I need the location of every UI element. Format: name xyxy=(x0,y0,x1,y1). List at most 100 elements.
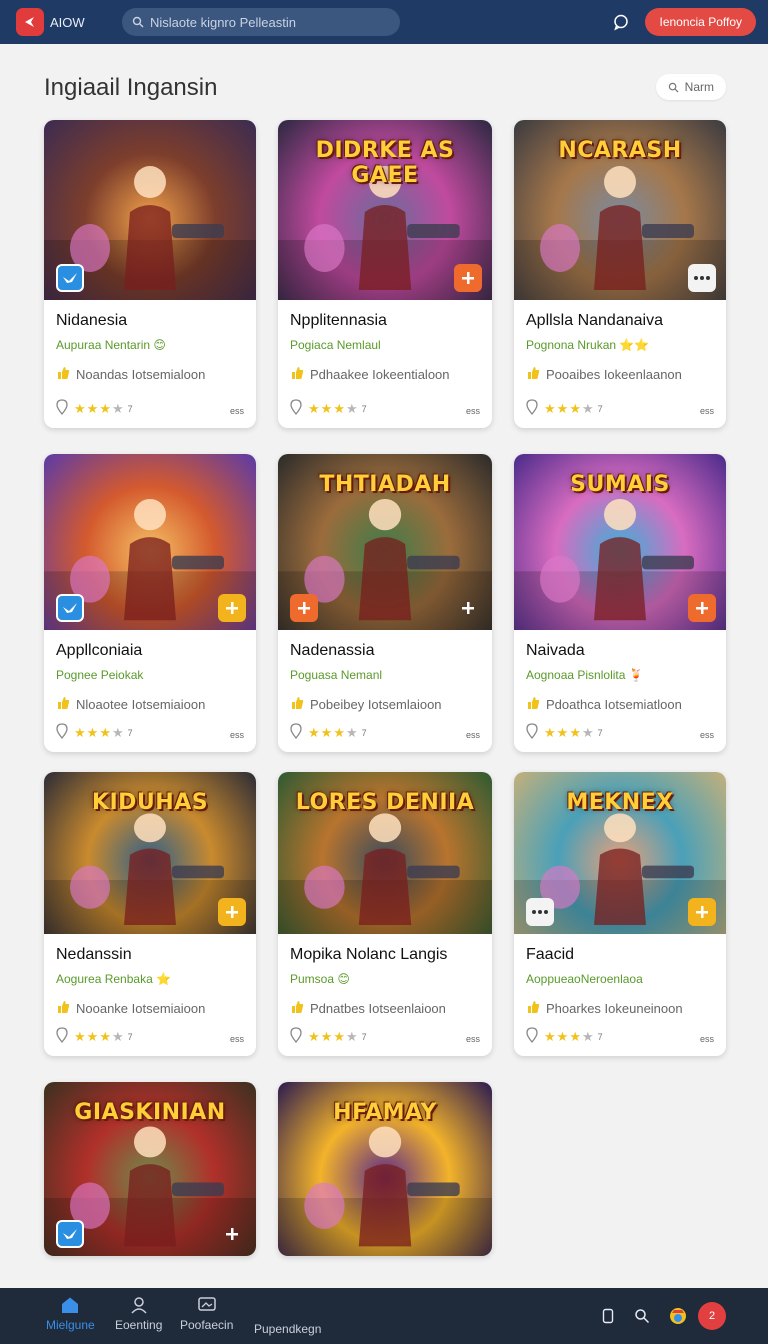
location-pin-icon xyxy=(56,399,68,418)
thumbs-up-icon xyxy=(56,1000,70,1017)
search-icon xyxy=(635,1309,650,1324)
game-subtitle: Pognona Nrukan ⭐⭐ xyxy=(526,338,650,352)
game-card[interactable]: Nidanesia Aupuraa Nentarin 😊 Noandas Iotse… xyxy=(44,120,256,428)
artwork-title: GIASKINIAN xyxy=(74,1100,226,1125)
platform-badge[interactable] xyxy=(56,594,84,622)
sort-label: Narm xyxy=(684,80,714,94)
rating: ★ ★ ★ ★ 7 xyxy=(290,1027,367,1046)
game-thumbnail[interactable]: GIASKINIAN xyxy=(44,1082,256,1256)
card-info: Nadenassia Poguasa Nemanl Pobeibey Iotseml… xyxy=(278,630,492,752)
card-info: Npplitennasia Pogiaca Nemlaul Pdhaakee Iok… xyxy=(278,300,492,428)
location-pin-icon xyxy=(56,1027,68,1046)
star-icon: ★ xyxy=(320,724,333,740)
game-description-text: Pobeibey Iotsemlaioon xyxy=(310,697,442,712)
rating: ★ ★ ★ ★ 7 xyxy=(526,723,603,742)
card-meta: ess xyxy=(465,406,480,416)
game-thumbnail[interactable] xyxy=(44,120,256,300)
add-button[interactable] xyxy=(454,264,482,292)
app-logo[interactable] xyxy=(16,8,44,36)
add-button[interactable] xyxy=(454,594,482,622)
nav-search-button[interactable] xyxy=(628,1302,656,1330)
notification-count: 2 xyxy=(708,1310,716,1322)
avatar[interactable] xyxy=(664,1302,692,1330)
header-cta-button[interactable]: Ienoncia Poffoy xyxy=(645,8,756,36)
star-icon: ★ xyxy=(569,400,581,416)
add-button[interactable] xyxy=(218,1220,246,1248)
game-card[interactable]: MEKNEX Faacid AoppueaoNeroenlaoa Phoarkes I… xyxy=(514,772,726,1056)
star-icon: ★ xyxy=(581,400,594,416)
search-icon xyxy=(132,16,144,28)
sort-button[interactable]: Narm xyxy=(655,74,726,100)
card-meta: ess xyxy=(229,406,244,416)
game-thumbnail[interactable] xyxy=(44,454,256,630)
notification-badge[interactable]: 2 xyxy=(698,1302,726,1330)
game-card[interactable]: NCARASH Apllsla Nandanaiva Pognona Nrukan … xyxy=(514,120,726,428)
platform-badge[interactable] xyxy=(526,898,554,926)
game-thumbnail[interactable]: HFAMAY xyxy=(278,1082,492,1256)
game-thumbnail[interactable]: SUMAIS xyxy=(514,454,726,630)
nav-item-home[interactable]: Mielgune xyxy=(46,1296,95,1332)
game-card[interactable]: HFAMAY xyxy=(278,1082,492,1256)
chat-bubble-icon xyxy=(614,14,629,31)
plus-icon xyxy=(696,906,708,918)
game-thumbnail[interactable]: NCARASH xyxy=(514,120,726,300)
game-card[interactable]: GIASKINIAN xyxy=(44,1082,256,1256)
add-button[interactable] xyxy=(688,898,716,926)
rating-count: 7 xyxy=(597,1031,603,1042)
game-card[interactable]: SUMAIS Naivada Aognoaa Pisnlolita 🍹 Pdoathc… xyxy=(514,454,726,752)
game-thumbnail[interactable]: THTIADAH xyxy=(278,454,492,630)
rating: ★ ★ ★ ★ 7 xyxy=(290,723,367,742)
card-info: Apllsla Nandanaiva Pognona Nrukan ⭐⭐ Pooai… xyxy=(514,300,726,428)
game-thumbnail[interactable]: MEKNEX xyxy=(514,772,726,934)
chat-button[interactable] xyxy=(607,8,635,36)
platform-badge[interactable] xyxy=(290,594,318,622)
game-title: Naivada xyxy=(526,642,585,659)
thumbs-up-icon xyxy=(290,1000,304,1017)
game-card[interactable]: Appllconiaia Pognee Peiokak Nloaotee Iotse… xyxy=(44,454,256,752)
rating-count: 7 xyxy=(597,403,603,414)
add-button[interactable] xyxy=(688,594,716,622)
phone-button[interactable] xyxy=(594,1302,622,1330)
game-description-text: Phoarkes Iokeuneinoon xyxy=(546,1001,683,1016)
search-bar[interactable] xyxy=(122,8,400,36)
location-pin-icon xyxy=(290,1027,302,1046)
artwork-title: SUMAIS xyxy=(570,472,670,497)
search-icon xyxy=(668,82,679,93)
game-description-text: Pdoathca Iotsemiatloon xyxy=(546,697,682,712)
game-card[interactable]: KIDUHAS Nedanssin Aogurea Renbaka ⭐ Nooanke… xyxy=(44,772,256,1056)
search-input[interactable] xyxy=(150,14,390,30)
nav-item-more[interactable]: Pupendkegn xyxy=(254,1322,321,1336)
star-icon: ★ xyxy=(74,400,86,416)
game-card[interactable]: DIDRKE AS GAEE Npplitennasia Pogiaca Nemla… xyxy=(278,120,492,428)
game-title: Mopika Nolanc Langis xyxy=(290,946,448,963)
artwork-title: LORES DENIIA xyxy=(295,790,475,815)
nav-item-profile[interactable]: Eoenting xyxy=(115,1296,162,1332)
platform-badge[interactable] xyxy=(56,1220,84,1248)
game-description: Pobeibey Iotsemlaioon xyxy=(290,696,480,713)
add-button[interactable] xyxy=(218,898,246,926)
game-card[interactable]: THTIADAH Nadenassia Poguasa Nemanl Pobeibey… xyxy=(278,454,492,752)
game-thumbnail[interactable]: KIDUHAS xyxy=(44,772,256,934)
nav-item-gallery[interactable]: Poofaecin xyxy=(180,1296,233,1332)
star-icon: ★ xyxy=(333,724,345,740)
game-description-text: Pdnatbes Iotseenlaioon xyxy=(310,1001,446,1016)
nav-label: Pupendkegn xyxy=(254,1322,322,1336)
plus-icon xyxy=(226,906,238,918)
thumbs-up-icon xyxy=(526,696,540,713)
game-thumbnail[interactable]: DIDRKE AS GAEE xyxy=(278,120,492,300)
platform-badge[interactable] xyxy=(56,264,84,292)
game-subtitle: Aogurea Renbaka ⭐ xyxy=(56,972,172,986)
plus-icon xyxy=(462,272,474,284)
add-button[interactable] xyxy=(218,594,246,622)
thumbs-up-icon xyxy=(290,696,304,713)
game-description-text: Pooaibes Iokeenlaanon xyxy=(546,367,682,382)
card-meta: ess xyxy=(699,730,714,740)
game-subtitle: Aupuraa Nentarin 😊 xyxy=(56,338,166,352)
star-icon: ★ xyxy=(569,1028,581,1044)
more-options-button[interactable] xyxy=(688,264,716,292)
star-icon: ★ xyxy=(320,1028,333,1044)
star-icon: ★ xyxy=(99,400,111,416)
game-card[interactable]: LORES DENIIA Mopika Nolanc Langis Pumsoa 😊… xyxy=(278,772,492,1056)
phone-icon xyxy=(602,1308,614,1324)
game-thumbnail[interactable]: LORES DENIIA xyxy=(278,772,492,934)
